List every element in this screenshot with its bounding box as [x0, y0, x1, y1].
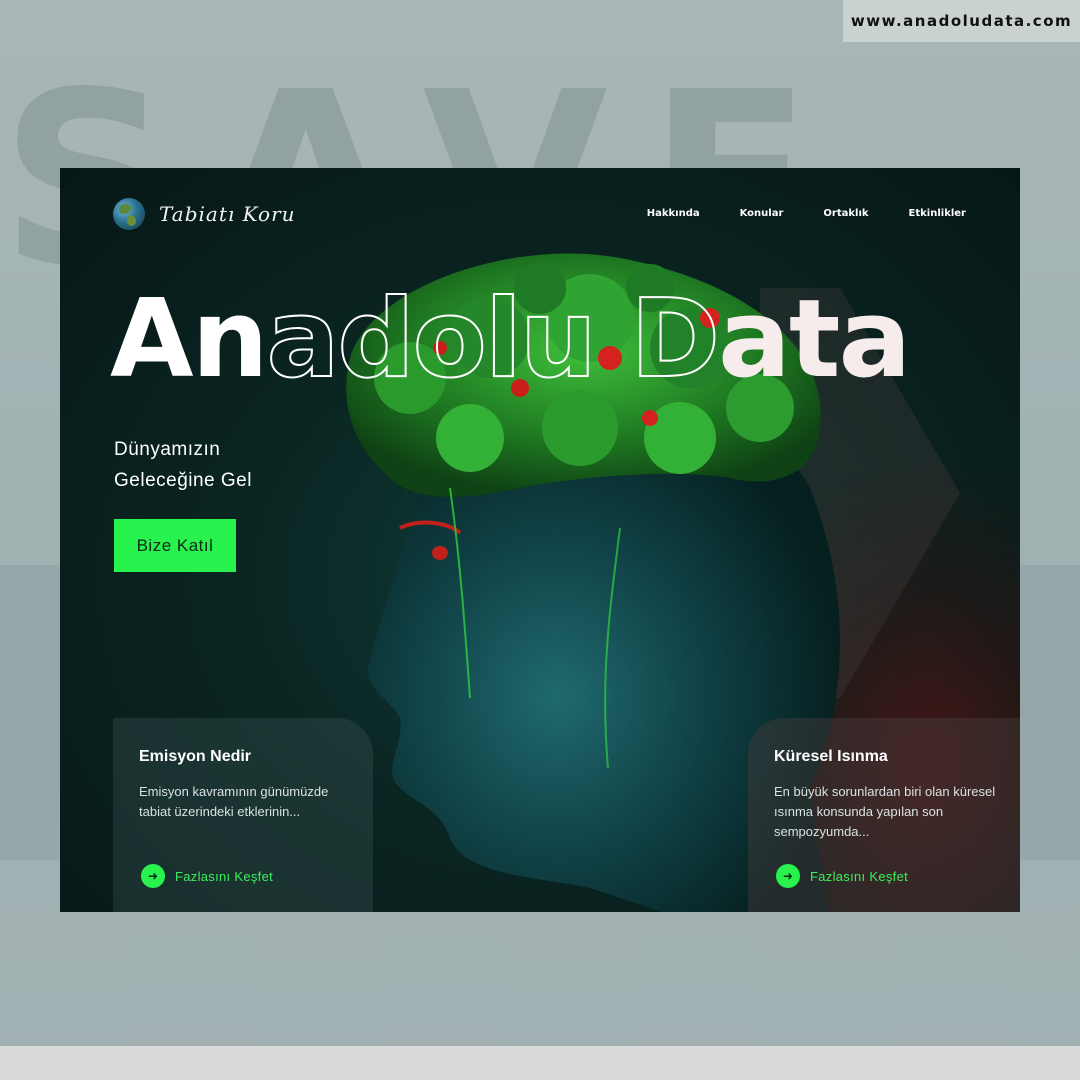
nav-link-hakkinda[interactable]: Hakkında — [647, 208, 700, 219]
info-card-title: Emisyon Nedir — [139, 748, 252, 765]
info-card-text: Emisyon kavramının günümüzde tabiat üzer… — [139, 784, 329, 819]
explore-more-label: Fazlasını Keşfet — [810, 868, 909, 884]
info-card-emission: Emisyon Nedir Emisyon kavramının günümüz… — [113, 718, 373, 912]
logo-text: Tabiatı Koru — [159, 202, 296, 226]
arrow-right-icon: ➜ — [776, 864, 800, 888]
hero-title-part3: D — [594, 277, 721, 402]
globe-icon — [113, 198, 145, 230]
join-button[interactable]: Bize Katıl — [114, 519, 236, 572]
nav-links: Hakkında Konular Ortaklık Etkinlikler — [647, 208, 966, 219]
top-nav: Tabiatı Koru Hakkında Konular Ortaklık E… — [60, 168, 1020, 258]
bottom-strip — [0, 1046, 1080, 1080]
hero-subtitle: Dünyamızın Geleceğine Gel — [114, 434, 374, 496]
nav-link-konular[interactable]: Konular — [740, 208, 784, 219]
hero-subtitle-line1: Dünyamızın — [114, 439, 221, 460]
info-card-text: En büyük sorunlardan biri olan küresel ı… — [774, 784, 996, 839]
hero-title-part4: ata — [718, 277, 911, 402]
arrow-right-icon: ➜ — [141, 864, 165, 888]
info-card-global-warming: Küresel Isınma En büyük sorunlardan biri… — [748, 718, 1020, 912]
website-url: www.anadoludata.com — [843, 0, 1080, 42]
explore-more-label: Fazlasını Keşfet — [175, 868, 274, 884]
website-mockup: Tabiatı Koru Hakkında Konular Ortaklık E… — [60, 168, 1020, 912]
hero-title-part1: An — [110, 277, 268, 402]
explore-more-link[interactable]: ➜ Fazlasını Keşfet — [141, 864, 273, 888]
hero-title: Anadolu Data — [110, 285, 911, 395]
nav-link-etkinlikler[interactable]: Etkinlikler — [909, 208, 966, 219]
info-card-title: Küresel Isınma — [774, 748, 888, 765]
nav-link-ortaklik[interactable]: Ortaklık — [823, 208, 868, 219]
hero-title-part2: adolu — [265, 277, 597, 402]
hero-subtitle-line2: Geleceğine Gel — [114, 470, 252, 491]
explore-more-link[interactable]: ➜ Fazlasını Keşfet — [776, 864, 908, 888]
logo[interactable]: Tabiatı Koru — [113, 198, 296, 230]
